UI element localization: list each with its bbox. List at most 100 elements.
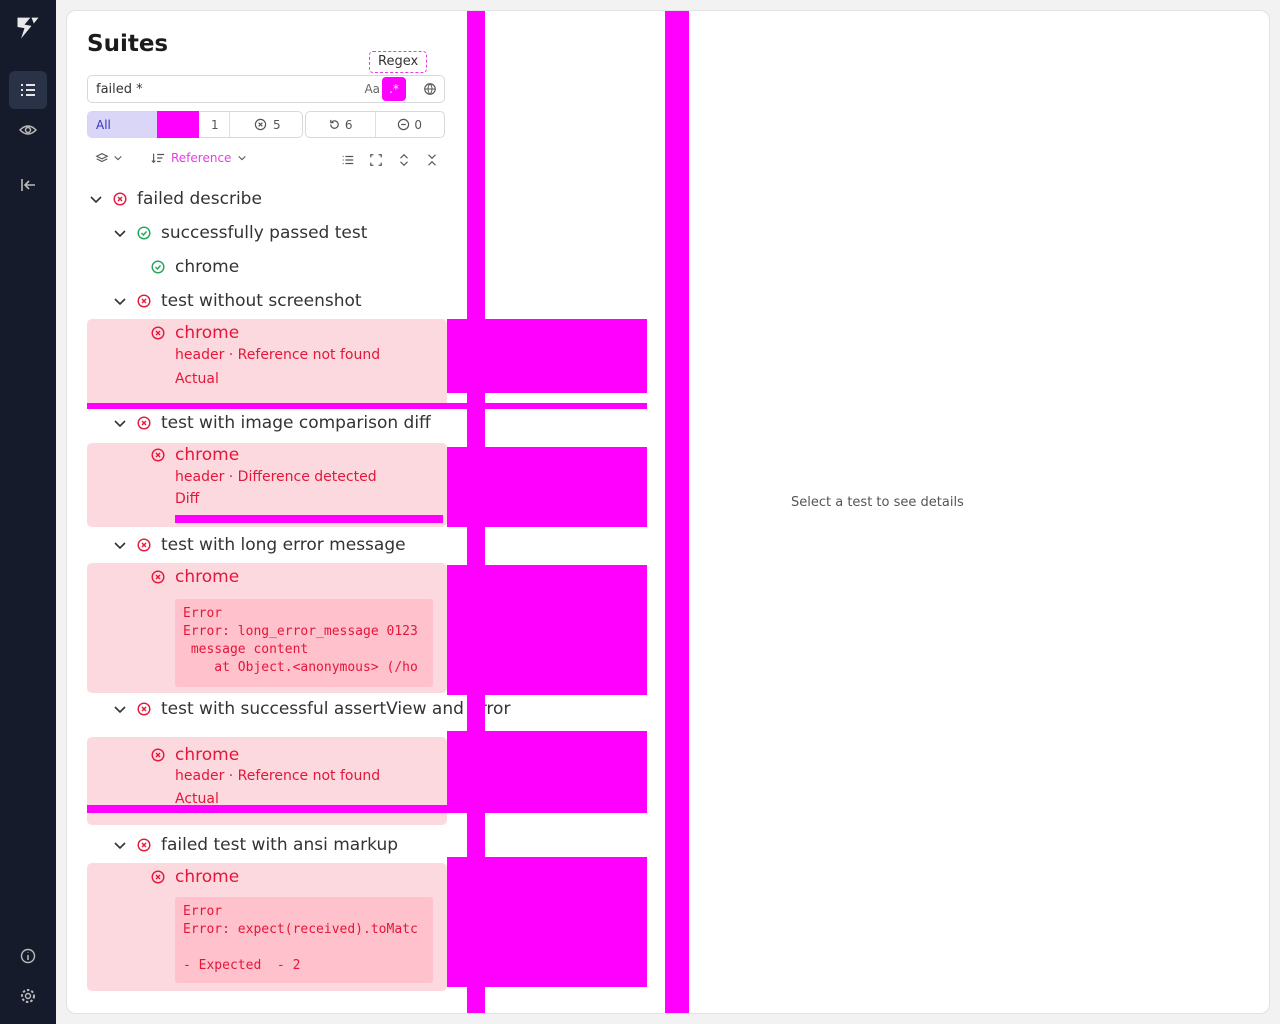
error-stack: Error Error: long_error_message 0123 mes… (175, 599, 433, 687)
failed-count: 5 (273, 117, 281, 132)
tree-item-row[interactable]: test with successful assertView and erro… (113, 695, 510, 723)
chevron-down-icon[interactable] (113, 294, 127, 308)
info-icon[interactable] (9, 937, 47, 975)
browser-row[interactable]: chrome (151, 863, 239, 891)
chevron-down-icon[interactable] (113, 538, 127, 552)
browser-row[interactable]: chrome (151, 253, 239, 281)
chevron-down-icon[interactable] (89, 192, 103, 206)
tree-item-row[interactable]: test with image comparison diff (113, 409, 431, 437)
error-summary: header · Reference not found (175, 768, 381, 784)
highlight-overlay (175, 515, 443, 523)
chevron-down-icon (114, 155, 122, 161)
passed-status-icon (137, 226, 151, 240)
regex-tooltip: Regex (369, 51, 428, 73)
browser-title: chrome (175, 323, 240, 343)
main-panel: Suites Regex failed * Aa .* All 1 5 6 0 (66, 10, 1270, 1014)
passed-count: 1 (211, 117, 219, 132)
regex-button[interactable]: .* (382, 77, 406, 101)
fullscreen-icon[interactable] (367, 151, 385, 169)
settings-icon[interactable] (9, 977, 47, 1015)
retry-icon (330, 119, 339, 129)
browser-title: chrome (175, 567, 240, 587)
tree-suite-row[interactable]: failed describe (89, 185, 262, 213)
failed-status-icon (137, 538, 151, 552)
browser-row[interactable]: chrome (151, 741, 239, 769)
skipped-icon (398, 118, 410, 131)
failed-status-icon (151, 870, 165, 884)
tree-item-row[interactable]: failed test with ansi markup (113, 831, 398, 859)
group-by-dropdown[interactable] (95, 151, 123, 165)
chevron-down-icon (238, 155, 247, 161)
chevron-down-icon[interactable] (113, 838, 127, 852)
error-stack: Error Error: expect(received).toMatc - E… (175, 897, 433, 983)
failed-status-icon (151, 326, 165, 340)
tree-item-row[interactable]: test with long error message (113, 531, 406, 559)
failed-icon (254, 118, 267, 131)
test-title: test with image comparison diff (161, 413, 431, 433)
collapse-all-icon[interactable] (423, 151, 441, 169)
tree-item-row[interactable]: successfully passed test (113, 219, 367, 247)
tab-failed[interactable]: 5 (230, 112, 304, 137)
layers-icon (95, 152, 109, 163)
failed-status-icon (151, 748, 165, 762)
eye-icon[interactable] (9, 111, 47, 149)
panel-resizer[interactable] (665, 11, 689, 1013)
column-resizer[interactable] (467, 11, 485, 1013)
error-summary: header · Reference not found (175, 347, 381, 363)
browser-title: chrome (175, 867, 240, 887)
test-title: test without screenshot (161, 291, 362, 311)
failed-status-icon (137, 416, 151, 430)
test-title: successfully passed test (161, 223, 368, 243)
details-placeholder: Select a test to see details (791, 495, 964, 510)
expand-all-icon[interactable] (395, 151, 413, 169)
test-title: test with successful assertView and erro… (161, 699, 511, 719)
failed-browser-card[interactable] (87, 319, 447, 409)
browser-title: chrome (175, 257, 240, 277)
retried-count: 6 (344, 117, 353, 132)
search-value[interactable]: failed * (96, 82, 143, 97)
sort-icon (151, 153, 165, 164)
chevron-down-icon[interactable] (113, 226, 127, 240)
image-label: Actual (175, 791, 219, 807)
chevron-down-icon[interactable] (113, 416, 127, 430)
page-title: Suites (87, 31, 169, 57)
failed-status-icon (151, 570, 165, 584)
tree-item-row[interactable]: test without screenshot (113, 287, 362, 315)
browser-title: chrome (175, 745, 240, 765)
tree-toolbar: Reference (87, 149, 445, 173)
passed-status-icon (151, 260, 165, 274)
test-title: test with long error message (161, 535, 406, 555)
failed-status-icon (137, 294, 151, 308)
tab-highlight (157, 111, 199, 138)
image-label: Diff (175, 491, 200, 507)
tree-view-icon[interactable] (339, 151, 357, 169)
error-summary: header · Difference detected (175, 469, 377, 485)
tab-retried[interactable]: 6 (306, 112, 376, 137)
left-sidebar (0, 0, 56, 1024)
logo-icon[interactable] (9, 8, 47, 46)
globe-icon[interactable] (420, 79, 440, 99)
browser-row[interactable]: chrome (151, 441, 239, 469)
suites-list-icon[interactable] (9, 71, 47, 109)
suite-title: failed describe (137, 189, 262, 209)
browser-title: chrome (175, 445, 240, 465)
failed-status-icon (113, 192, 127, 206)
collapse-sidebar-icon[interactable] (9, 166, 47, 204)
chevron-down-icon[interactable] (113, 702, 127, 716)
highlight-overlay (87, 805, 647, 813)
browser-row[interactable]: chrome (151, 563, 239, 591)
skipped-count: 0 (414, 117, 423, 132)
image-label: Actual (175, 371, 219, 387)
test-title: failed test with ansi markup (161, 835, 399, 855)
tab-all[interactable]: All (88, 112, 158, 137)
tab-skipped[interactable]: 0 (376, 112, 445, 137)
failed-status-icon (151, 448, 165, 462)
browser-row[interactable]: chrome (151, 319, 239, 347)
match-case-button[interactable]: Aa (364, 82, 380, 96)
sort-by-dropdown[interactable]: Reference (151, 151, 247, 165)
failed-status-icon (137, 838, 151, 852)
status-filter-extra: 6 0 (305, 111, 445, 138)
failed-status-icon (137, 702, 151, 716)
search-input[interactable]: failed * Aa .* (87, 75, 445, 103)
sort-label: Reference (171, 151, 232, 165)
